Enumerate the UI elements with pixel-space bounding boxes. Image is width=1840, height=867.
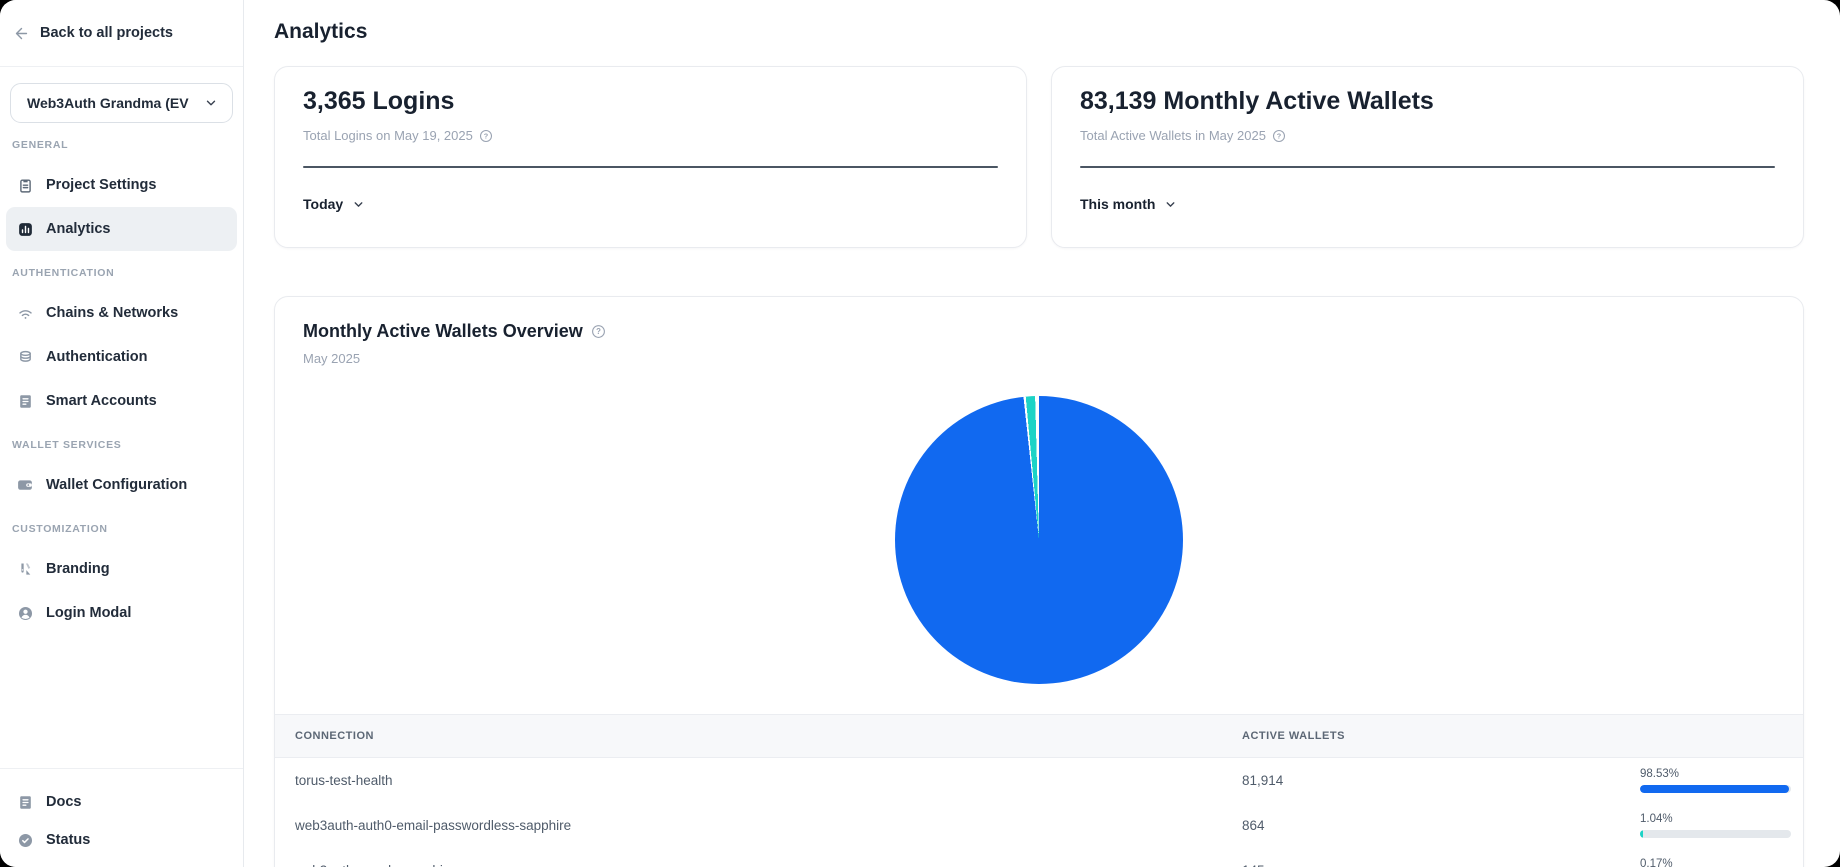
svg-text:?: ?	[1277, 131, 1282, 140]
page-title: Analytics	[274, 20, 1804, 44]
connection-name: torus-test-health	[295, 773, 1242, 788]
sidebar-item-docs[interactable]: Docs	[6, 783, 237, 821]
active-wallets-subtitle: Total Active Wallets in May 2025	[1080, 128, 1266, 143]
clipboard-icon	[16, 176, 34, 194]
back-label: Back to all projects	[40, 25, 173, 41]
user-circle-icon	[16, 604, 34, 622]
check-circle-icon	[16, 831, 34, 849]
coins-stack-icon	[16, 348, 34, 366]
sidebar-item-label: Project Settings	[46, 177, 156, 193]
chevron-down-icon	[204, 96, 218, 110]
app-window: Back to all projects Web3Auth Grandma (E…	[0, 0, 1840, 867]
range-label: This month	[1080, 196, 1155, 212]
svg-text:?: ?	[484, 131, 489, 140]
sidebar-item-wallet-configuration[interactable]: Wallet Configuration	[6, 463, 237, 507]
table-row: web3auth-google-sapphire 145 0.17%	[275, 848, 1803, 867]
sidebar-item-project-settings[interactable]: Project Settings	[6, 163, 237, 207]
sidebar-item-label: Authentication	[46, 349, 148, 365]
percentage-label: 98.53%	[1640, 768, 1791, 780]
project-selector-dropdown[interactable]: Web3Auth Grandma (EV	[10, 83, 233, 123]
logins-count: 3,365 Logins	[303, 87, 998, 115]
main-content: Analytics 3,365 Logins Total Logins on M…	[244, 0, 1840, 867]
sidebar: Back to all projects Web3Auth Grandma (E…	[0, 0, 244, 867]
active-wallets-value: 81,914	[1242, 773, 1640, 788]
section-label-wallet-services: WALLET SERVICES	[12, 439, 231, 451]
sidebar-footer: Docs Status	[0, 768, 243, 867]
connection-name: web3auth-auth0-email-passwordless-sapphi…	[295, 818, 1242, 833]
help-icon[interactable]: ?	[591, 324, 606, 339]
percentage-bar	[1640, 785, 1791, 793]
sidebar-item-login-modal[interactable]: Login Modal	[6, 591, 237, 635]
table-row: web3auth-auth0-email-passwordless-sapphi…	[275, 803, 1803, 848]
wallet-icon	[16, 476, 34, 494]
active-wallets-range-dropdown[interactable]: This month	[1080, 196, 1177, 212]
project-selector-value: Web3Auth Grandma (EV	[27, 95, 189, 111]
sidebar-item-chains-networks[interactable]: Chains & Networks	[6, 291, 237, 335]
overview-period: May 2025	[303, 351, 1775, 366]
stat-cards-row: 3,365 Logins Total Logins on May 19, 202…	[274, 66, 1804, 248]
document-icon	[16, 392, 34, 410]
percentage-label: 0.17%	[1640, 858, 1791, 867]
wifi-icon	[16, 304, 34, 322]
logins-flatline-chart	[303, 166, 998, 168]
section-label-authentication: AUTHENTICATION	[12, 267, 231, 279]
chevron-down-icon	[352, 198, 365, 211]
arrow-left-icon	[13, 25, 30, 42]
sidebar-item-analytics[interactable]: Analytics	[6, 207, 237, 251]
svg-text:?: ?	[596, 327, 601, 336]
active-wallets-flatline-chart	[1080, 166, 1775, 168]
sidebar-item-label: Status	[46, 832, 90, 848]
logins-subtitle: Total Logins on May 19, 2025	[303, 128, 473, 143]
bar-chart-icon	[16, 220, 34, 238]
help-icon[interactable]: ?	[1272, 129, 1286, 143]
sidebar-item-smart-accounts[interactable]: Smart Accounts	[6, 379, 237, 423]
sidebar-item-label: Login Modal	[46, 605, 131, 621]
sidebar-item-label: Analytics	[46, 221, 110, 237]
chevron-down-icon	[1164, 198, 1177, 211]
sidebar-item-label: Smart Accounts	[46, 393, 157, 409]
percentage-label: 1.04%	[1640, 813, 1791, 825]
range-label: Today	[303, 196, 343, 212]
wallets-overview-card: Monthly Active Wallets Overview ? May 20…	[274, 296, 1804, 867]
back-to-projects-button[interactable]: Back to all projects	[0, 0, 243, 67]
pie-chart[interactable]	[895, 396, 1183, 684]
help-icon[interactable]: ?	[479, 129, 493, 143]
connection-name: web3auth-google-sapphire	[295, 863, 1242, 867]
connections-table: CONNECTION ACTIVE WALLETS torus-test-hea…	[275, 714, 1803, 867]
sidebar-item-authentication[interactable]: Authentication	[6, 335, 237, 379]
section-label-general: GENERAL	[12, 139, 231, 151]
column-header-connection: CONNECTION	[295, 730, 1242, 742]
overview-title: Monthly Active Wallets Overview	[303, 321, 583, 342]
sidebar-item-label: Wallet Configuration	[46, 477, 187, 493]
table-row: torus-test-health 81,914 98.53%	[275, 758, 1803, 803]
sidebar-item-branding[interactable]: Branding	[6, 547, 237, 591]
section-label-customization: CUSTOMIZATION	[12, 523, 231, 535]
sidebar-item-status[interactable]: Status	[6, 821, 237, 859]
column-header-active-wallets: ACTIVE WALLETS	[1242, 730, 1640, 742]
sidebar-item-label: Chains & Networks	[46, 305, 178, 321]
sidebar-item-label: Branding	[46, 561, 110, 577]
table-header-row: CONNECTION ACTIVE WALLETS	[275, 714, 1803, 758]
logins-range-dropdown[interactable]: Today	[303, 196, 365, 212]
active-wallets-count: 83,139 Monthly Active Wallets	[1080, 87, 1775, 115]
brush-icon	[16, 560, 34, 578]
docs-icon	[16, 793, 34, 811]
active-wallets-value: 864	[1242, 818, 1640, 833]
percentage-bar	[1640, 830, 1791, 838]
sidebar-item-label: Docs	[46, 794, 81, 810]
logins-card: 3,365 Logins Total Logins on May 19, 202…	[274, 66, 1027, 248]
active-wallets-value: 145	[1242, 863, 1640, 867]
active-wallets-card: 83,139 Monthly Active Wallets Total Acti…	[1051, 66, 1804, 248]
